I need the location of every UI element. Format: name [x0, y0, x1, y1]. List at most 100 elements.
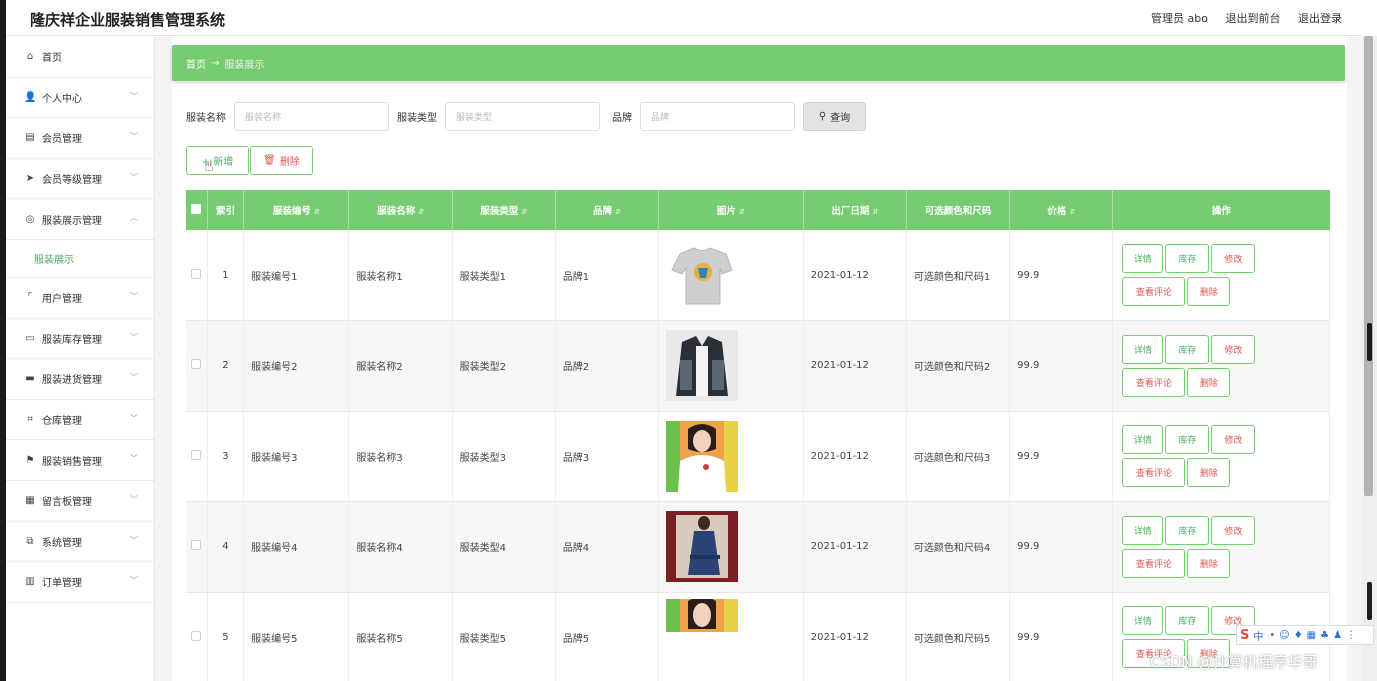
stock-button[interactable]: 库存: [1165, 244, 1210, 273]
sort-icon: ⇵: [614, 208, 621, 216]
row-image-cell: [658, 592, 804, 681]
delete-button[interactable]: 删除: [1187, 458, 1231, 488]
row-checkbox[interactable]: [186, 230, 208, 321]
row-date: 2021-01-12: [803, 501, 907, 593]
col-name[interactable]: 服装名称 ⇵: [348, 190, 453, 230]
sidebar-item-label: 个人中心: [42, 93, 82, 105]
row-price: 99.9: [1009, 230, 1114, 321]
view-review-button[interactable]: 查看评论: [1122, 277, 1186, 306]
delete-button[interactable]: 删除: [1187, 548, 1231, 578]
ime-tools-icon: •☺♦▦♣♟⋮: [1269, 629, 1361, 641]
home-icon: ⌂: [26, 51, 34, 63]
edit-button[interactable]: 修改: [1211, 244, 1256, 273]
edit-button[interactable]: 修改: [1211, 425, 1256, 455]
vertical-scrollbar[interactable]: [1362, 36, 1377, 681]
view-review-button[interactable]: 查看评论: [1122, 367, 1186, 397]
sidebar-item-message-board[interactable]: ▦ 留言板管理 ﹀: [6, 481, 154, 522]
model-white-tee-thumbnail[interactable]: [666, 420, 739, 492]
row-code: 服装编号1: [243, 230, 350, 321]
detail-button[interactable]: 详情: [1122, 244, 1164, 273]
clothing-table: 索引 服装编号 ⇵ 服装名称 ⇵ 服装类型 ⇵ 品牌 ⇵ 图片 ⇵ 出厂日期 ⇵ 可选颜色和…: [186, 190, 1330, 681]
query-button[interactable]: ⚲ 查询: [803, 101, 866, 131]
sidebar-item-inventory[interactable]: ▭ 服装库存管理 ﹀: [6, 319, 154, 360]
sidebar-item-warehouse[interactable]: ⌗ 仓库管理 ﹀: [6, 400, 154, 441]
scrollbar-thumb[interactable]: [1364, 36, 1373, 496]
row-date: 2021-01-12: [803, 320, 907, 412]
col-brand[interactable]: 品牌 ⇵: [555, 190, 660, 230]
sidebar-item-clothing-display[interactable]: ◎ 服装展示管理 ︿: [6, 199, 154, 240]
row-date: 2021-01-12: [803, 592, 907, 681]
name-search-input[interactable]: 服装名称: [234, 101, 389, 131]
sidebar-item-profile[interactable]: 👤 个人中心 ﹀: [6, 78, 154, 119]
breadcrumb-home[interactable]: 首页: [186, 56, 206, 71]
sidebar-item-sales[interactable]: ⚑ 服装销售管理 ﹀: [6, 440, 154, 481]
edit-button[interactable]: 修改: [1211, 334, 1256, 364]
logout-link[interactable]: 退出登录: [1298, 12, 1342, 25]
detail-button[interactable]: 详情: [1122, 334, 1164, 364]
row-index: 2: [207, 320, 245, 412]
compass-icon: ◎: [25, 213, 35, 225]
row-index: 4: [207, 501, 245, 593]
row-checkbox[interactable]: [186, 320, 208, 412]
row-brand: 品牌1: [555, 230, 660, 321]
type-search-input[interactable]: 服装类型: [445, 101, 600, 131]
sidebar-item-system[interactable]: ⧉ 系统管理 ﹀: [6, 522, 154, 563]
view-review-button[interactable]: 查看评论: [1122, 548, 1186, 578]
delete-button[interactable]: 删除: [1187, 277, 1231, 306]
sort-icon: ⇵: [872, 208, 879, 216]
stock-button[interactable]: 库存: [1165, 334, 1210, 364]
flag-icon: ⚑: [25, 454, 35, 466]
sidebar-item-users[interactable]: ⌜ 用户管理 ﹀: [6, 278, 154, 319]
sidebar-item-label: 订单管理: [42, 578, 82, 590]
row-ops: 详情 库存 修改 查看评论 删除: [1112, 230, 1330, 321]
batch-delete-button[interactable]: 🗑 删除: [250, 146, 313, 175]
col-date[interactable]: 出厂日期 ⇵: [803, 190, 907, 230]
detail-button[interactable]: 详情: [1122, 606, 1164, 636]
sidebar-item-member-levels[interactable]: ➤ 会员等级管理 ﹀: [6, 159, 154, 200]
chevron-down-icon: ﹀: [130, 454, 138, 464]
row-brand: 品牌3: [555, 411, 660, 502]
row-brand: 品牌2: [555, 320, 660, 412]
sidebar-item-home[interactable]: ⌂ 首页: [6, 37, 154, 78]
row-image-cell: [658, 411, 804, 502]
view-review-button[interactable]: 查看评论: [1122, 458, 1186, 488]
stock-button[interactable]: 库存: [1165, 515, 1210, 545]
row-ops: 详情 库存 修改 查看评论 删除: [1112, 411, 1330, 502]
row-checkbox[interactable]: [186, 411, 208, 502]
row-checkbox[interactable]: [186, 501, 208, 593]
sidebar-item-label: 用户管理: [42, 294, 82, 306]
sort-icon: ⇵: [521, 208, 528, 216]
sidebar-item-members[interactable]: ▤ 会员管理 ﹀: [6, 118, 154, 159]
col-code[interactable]: 服装编号 ⇵: [243, 190, 350, 230]
sort-icon: ⇵: [738, 208, 745, 216]
model-thumbnail[interactable]: [666, 598, 739, 632]
ime-toolbar[interactable]: S 中 •☺♦▦♣♟⋮: [1236, 625, 1374, 645]
brand-search-input[interactable]: 品牌: [640, 101, 795, 131]
col-type[interactable]: 服装类型 ⇵: [452, 190, 556, 230]
col-image[interactable]: 图片 ⇵: [658, 190, 804, 230]
chevron-down-icon: ﹀: [130, 576, 138, 586]
user-icon: 👤: [24, 91, 37, 103]
chevron-down-icon: ﹀: [130, 373, 138, 383]
row-name: 服装名称5: [348, 592, 453, 681]
col-price[interactable]: 价格 ⇵: [1009, 190, 1114, 230]
tshirt-thumbnail[interactable]: [666, 239, 739, 311]
table-row: 4 服装编号4 服装名称4 服装类型4 品牌4 2021-01-12 可选颜色和…: [186, 501, 1330, 593]
search-icon: ⚲: [818, 110, 827, 122]
stock-button[interactable]: 库存: [1165, 425, 1210, 455]
stock-button[interactable]: 库存: [1165, 606, 1210, 636]
sidebar-item-orders[interactable]: ▥ 订单管理 ﹀: [6, 562, 154, 603]
detail-button[interactable]: 详情: [1122, 515, 1164, 545]
row-checkbox[interactable]: [186, 592, 208, 681]
detail-button[interactable]: 详情: [1122, 425, 1164, 455]
select-all-checkbox[interactable]: [186, 190, 208, 230]
sidebar-item-purchasing[interactable]: ▬ 服装进货管理 ﹀: [6, 359, 154, 400]
exit-to-front-link[interactable]: 退出到前台: [1226, 12, 1281, 25]
edit-button[interactable]: 修改: [1211, 515, 1256, 545]
sidebar-subitem-clothing-display[interactable]: 服装展示: [6, 240, 154, 278]
model-dress-thumbnail[interactable]: [666, 511, 739, 583]
delete-button[interactable]: 删除: [1187, 367, 1231, 397]
add-button[interactable]: + 新增: [186, 146, 249, 175]
jacket-thumbnail[interactable]: [666, 330, 739, 402]
bracket-icon: ⌗: [27, 414, 33, 426]
